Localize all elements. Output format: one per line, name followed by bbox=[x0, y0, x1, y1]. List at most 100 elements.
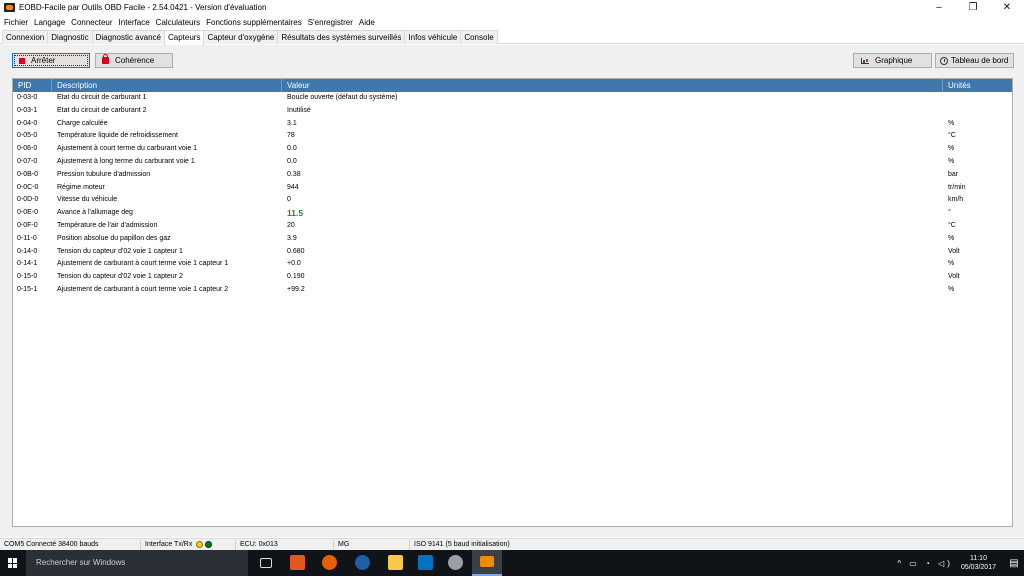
window-title: EOBD-Facile par Outils OBD Facile - 2.54… bbox=[19, 3, 267, 12]
table-row[interactable]: 0-03-1 Etat du circuit de carburant 2 Inut… bbox=[13, 105, 1012, 118]
status-interface-label: Interface Tx/Rx bbox=[145, 541, 193, 548]
notification-icon[interactable]: ▤ bbox=[1004, 558, 1024, 569]
close-button[interactable]: ✕ bbox=[990, 0, 1024, 15]
cell-value: 0 bbox=[287, 196, 291, 204]
header-value[interactable]: Valeur bbox=[282, 79, 943, 92]
menu-connecteur[interactable]: Connecteur bbox=[71, 18, 112, 27]
tab-connexion[interactable]: Connexion bbox=[2, 30, 49, 44]
cell-unit: km/h bbox=[948, 196, 964, 204]
cell-value: Boucle ouverte (défaut du système) bbox=[287, 94, 398, 101]
table-header: PID Description Valeur Unités bbox=[13, 79, 1012, 92]
cell-value: 11.5 bbox=[287, 208, 304, 219]
header-description[interactable]: Description bbox=[52, 79, 282, 92]
tab-diagnostic-avance[interactable]: Diagnostic avancé bbox=[91, 30, 165, 44]
cell-value: +0.0 bbox=[287, 260, 301, 268]
cell-value: 20 bbox=[287, 221, 295, 229]
firefox-icon[interactable] bbox=[322, 555, 337, 570]
minimize-button[interactable]: – bbox=[922, 0, 956, 15]
stop-button-label: Arrêter bbox=[31, 56, 56, 65]
status-interface: Interface Tx/Rx bbox=[141, 540, 236, 550]
tab-capteurs[interactable]: Capteurs bbox=[163, 30, 205, 45]
cell-description: Ajustement de carburant à court terme vo… bbox=[57, 285, 229, 293]
cell-pid: 0-0C-0 bbox=[17, 183, 39, 191]
table-row[interactable]: 0-11-0 Position absolue du papillon des g… bbox=[13, 233, 1012, 246]
start-button[interactable] bbox=[0, 550, 26, 576]
table-row[interactable]: 0-0F-0 Température de l'air d'admission 20… bbox=[13, 220, 1012, 233]
office-icon[interactable] bbox=[290, 555, 305, 570]
graph-button[interactable]: Graphique bbox=[853, 53, 932, 68]
task-view-icon[interactable] bbox=[260, 558, 272, 568]
table-row[interactable]: 0-0B-0 Pression tubulure d'admission 0.38 b… bbox=[13, 169, 1012, 182]
table-row[interactable]: 0-07-0 Ajustement à long terme du carbura… bbox=[13, 156, 1012, 169]
clock[interactable]: 11:10 05/03/2017 bbox=[961, 554, 996, 572]
menu-senregistrer[interactable]: S'enregistrer bbox=[308, 18, 353, 27]
cell-pid: 0-04-0 bbox=[17, 119, 38, 127]
taskbar-search[interactable]: Rechercher sur Windows bbox=[26, 550, 248, 576]
table-row[interactable]: 0-14-1 Ajustement de carburant à court te… bbox=[13, 258, 1012, 271]
cell-unit: % bbox=[948, 260, 955, 268]
app-icon-generic[interactable] bbox=[448, 555, 463, 570]
header-unit[interactable]: Unités bbox=[943, 79, 1012, 92]
table-row[interactable]: 0-15-0 Tension du capteur d'02 voie 1 cap… bbox=[13, 271, 1012, 284]
header-pid[interactable]: PID bbox=[13, 79, 52, 92]
menu-interface[interactable]: Interface bbox=[119, 18, 150, 27]
status-port: COM5 Connecté 38400 bauds bbox=[0, 540, 141, 550]
menu-fonctions-supplementaires[interactable]: Fonctions supplémentaires bbox=[206, 18, 302, 27]
tab-capteur-oxygene[interactable]: Capteur d'oxygène bbox=[203, 30, 279, 44]
cell-description: Température liquide de refroidissement bbox=[57, 132, 179, 140]
maximize-button[interactable]: ❐ bbox=[956, 0, 990, 15]
tab-console[interactable]: Console bbox=[460, 30, 498, 44]
cell-description: Charge calculée bbox=[57, 119, 108, 127]
tab-infos-vehicule[interactable]: Infos véhicule bbox=[404, 30, 462, 44]
stop-icon bbox=[19, 57, 25, 64]
table-row[interactable]: 0-0E-0 Avance à l'allumage deg 11.5 ° bbox=[13, 207, 1012, 220]
eobd-taskbar-icon[interactable] bbox=[472, 550, 502, 576]
status-ecu: ECU: 0x013 bbox=[236, 540, 334, 550]
tx-led-icon bbox=[196, 540, 204, 548]
tab-diagnostic[interactable]: Diagnostic bbox=[47, 30, 93, 44]
cell-pid: 0-03-1 bbox=[17, 106, 38, 114]
table-row[interactable]: 0-03-0 Etat du circuit de carburant 1 Bouc… bbox=[13, 92, 1012, 105]
cell-description: Pression tubulure d'admission bbox=[57, 170, 151, 178]
table-row[interactable]: 0-0D-0 Vitesse du véhicule 0 km/h bbox=[13, 194, 1012, 207]
tab-resultats-systemes[interactable]: Résultats des systèmes surveillés bbox=[277, 30, 406, 44]
graph-button-label: Graphique bbox=[875, 56, 913, 65]
coherence-button[interactable]: Cohérence bbox=[95, 53, 173, 68]
outlook-icon[interactable] bbox=[418, 555, 433, 570]
table-row[interactable]: 0-06-0 Ajustement à court terme du carbur… bbox=[13, 143, 1012, 156]
cell-unit: Volt bbox=[948, 273, 960, 281]
tray-icons[interactable]: ^ ▭ ◔ ◁) bbox=[897, 559, 953, 568]
cell-pid: 0-05-0 bbox=[17, 132, 38, 140]
cell-pid: 0-0B-0 bbox=[17, 170, 39, 178]
cell-pid: 0-15-1 bbox=[17, 285, 38, 293]
cell-unit: % bbox=[948, 234, 955, 242]
cell-pid: 0-15-0 bbox=[17, 273, 38, 281]
menu-aide[interactable]: Aide bbox=[359, 18, 375, 27]
windows-taskbar: Rechercher sur Windows ^ ▭ ◔ ◁) 11:10 05… bbox=[0, 550, 1024, 576]
cell-description: Avance à l'allumage deg bbox=[57, 209, 133, 217]
file-explorer-icon[interactable] bbox=[388, 555, 403, 570]
cell-pid: 0-11-0 bbox=[17, 234, 37, 242]
sensor-table[interactable]: PID Description Valeur Unités 0-03-0 Etat… bbox=[12, 78, 1013, 527]
table-row[interactable]: 0-15-1 Ajustement de carburant à court te… bbox=[13, 284, 1012, 297]
dashboard-button[interactable]: Tableau de bord bbox=[935, 53, 1014, 68]
cell-pid: 0-03-0 bbox=[17, 94, 38, 101]
main-panel: PID Description Valeur Unités 0-03-0 Etat… bbox=[0, 73, 1024, 537]
edge-icon[interactable] bbox=[355, 555, 370, 570]
table-row[interactable]: 0-14-0 Tension du capteur d'02 voie 1 cap… bbox=[13, 246, 1012, 259]
cell-pid: 0-14-0 bbox=[17, 247, 38, 255]
toolbar: Arrêter Cohérence Graphique Tableau de b… bbox=[0, 45, 1024, 73]
cell-unit: % bbox=[948, 157, 955, 165]
cell-unit: Volt bbox=[948, 247, 960, 255]
table-row[interactable]: 0-05-0 Température liquide de refroidisse… bbox=[13, 130, 1012, 143]
stop-button[interactable]: Arrêter bbox=[12, 53, 90, 68]
menu-fichier[interactable]: Fichier bbox=[4, 18, 28, 27]
menu-langage[interactable]: Langage bbox=[34, 18, 65, 27]
cell-value: 0.0 bbox=[287, 157, 297, 165]
cell-unit: bar bbox=[948, 170, 959, 178]
table-row[interactable]: 0-0C-0 Régime moteur 944 tr/min bbox=[13, 182, 1012, 195]
table-row[interactable]: 0-04-0 Charge calculée 3.1% bbox=[13, 118, 1012, 131]
menu-calculateurs[interactable]: Calculateurs bbox=[156, 18, 200, 27]
cell-description: Tension du capteur d'02 voie 1 capteur 2 bbox=[57, 273, 183, 281]
cell-value: 944 bbox=[287, 183, 299, 191]
